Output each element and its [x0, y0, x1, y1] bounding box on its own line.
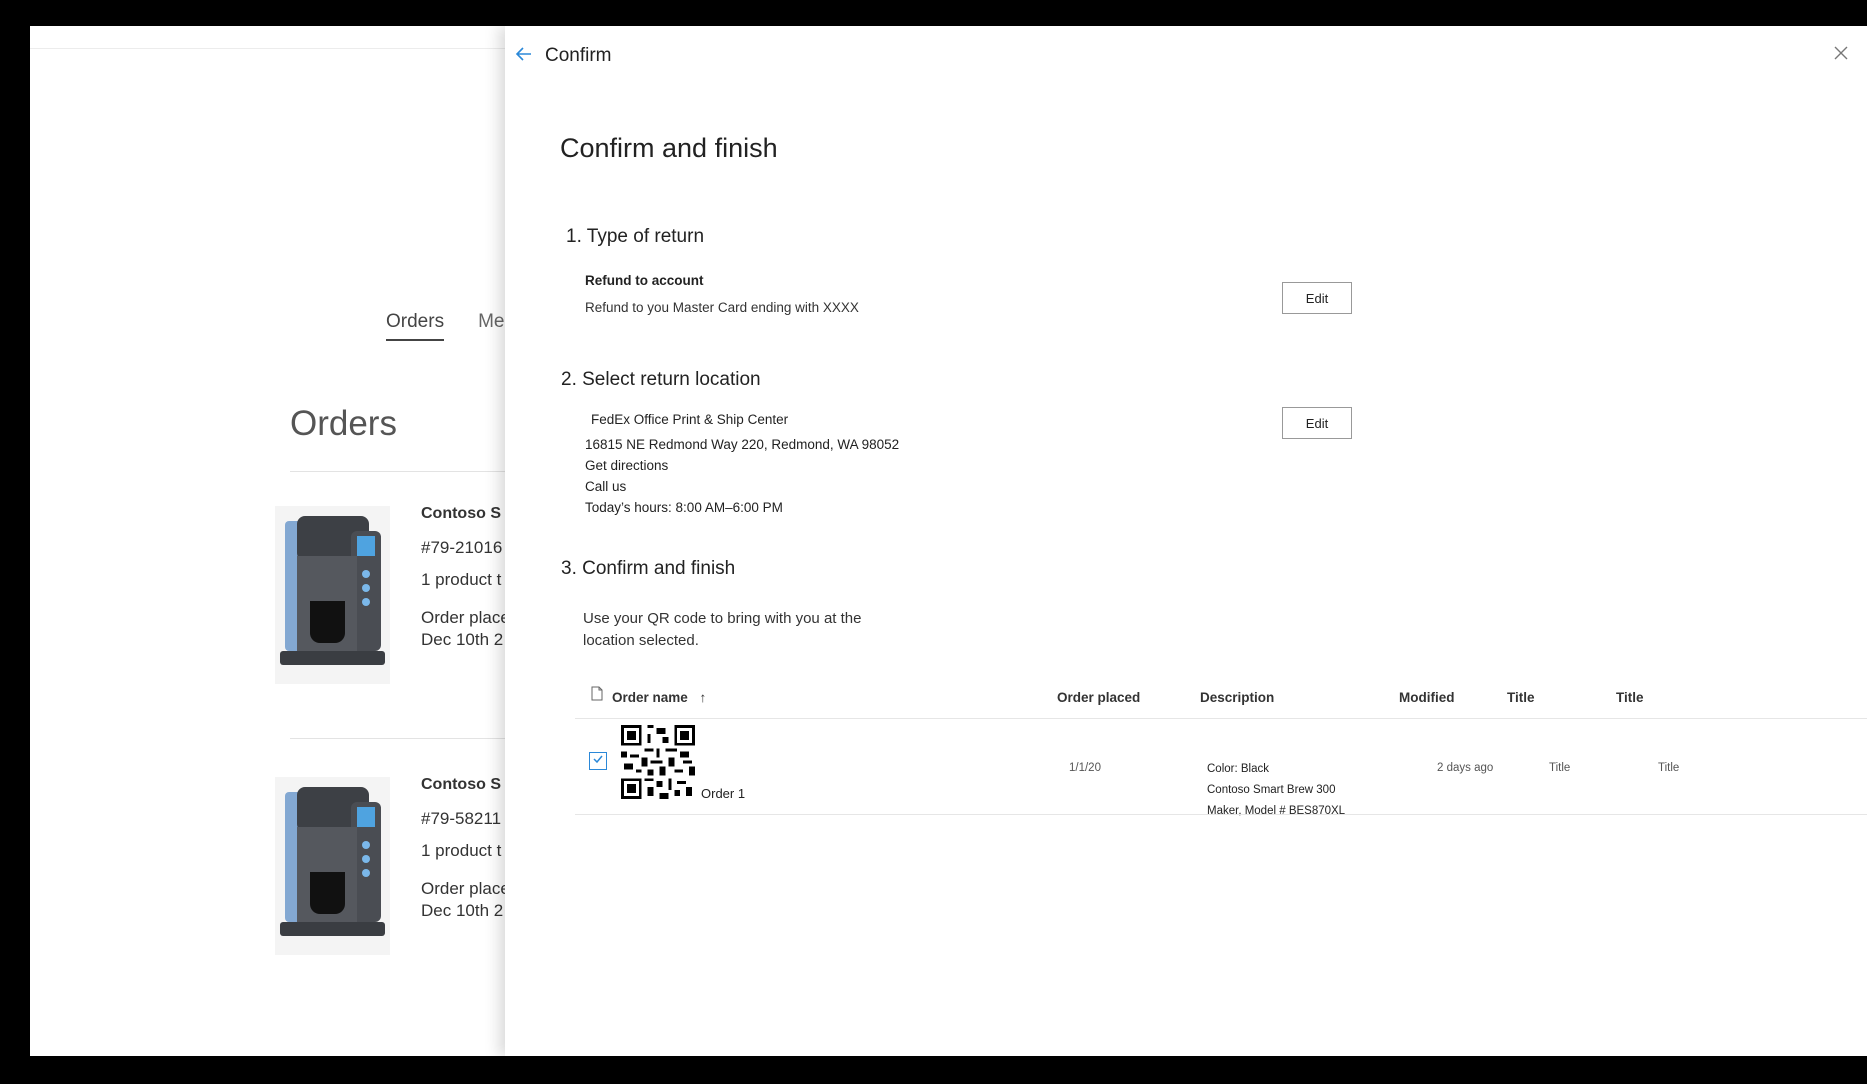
- table-row-divider: [575, 814, 1867, 815]
- section-return-location-title: 2. Select return location: [561, 369, 761, 390]
- arrow-left-icon[interactable]: [515, 45, 537, 67]
- column-header-title-2[interactable]: Title: [1616, 690, 1644, 705]
- coffee-maker-image: [275, 506, 390, 684]
- column-header-order-placed[interactable]: Order placed: [1057, 690, 1140, 705]
- panel-header-title: Confirm: [545, 45, 612, 66]
- order-number: #79-58211: [421, 809, 502, 828]
- section-type-of-return-title: 1. Type of return: [566, 226, 705, 247]
- row-order-name[interactable]: Order 1: [701, 786, 745, 801]
- order-placed-label: Order place: [421, 608, 510, 627]
- confirm-panel: Confirm Confirm and finish 1. Type of re…: [505, 26, 1867, 1056]
- order-placed-date: Dec 10th 2: [421, 630, 504, 649]
- tab-orders[interactable]: Orders: [386, 311, 445, 341]
- order-placed-label: Order place: [421, 879, 510, 898]
- orders-page-title: Orders: [290, 404, 397, 443]
- row-title-2: Title: [1658, 762, 1680, 774]
- order-number: #79-21016: [421, 538, 503, 557]
- column-header-title-1[interactable]: Title: [1507, 690, 1535, 705]
- section-confirm-title: 3. Confirm and finish: [561, 558, 736, 579]
- call-us-link[interactable]: Call us: [585, 479, 626, 494]
- location-address: 16815 NE Redmond Way 220, Redmond, WA 98…: [585, 437, 900, 452]
- refund-label: Refund to account: [585, 273, 704, 288]
- sort-ascending-icon: ↑: [699, 690, 707, 705]
- order-product-count: 1 product t: [421, 570, 502, 589]
- order-placed-date: Dec 10th 2: [421, 901, 504, 920]
- row-order-placed: 1/1/20: [1069, 762, 1101, 774]
- refund-detail: Refund to you Master Card ending with XX…: [585, 300, 859, 315]
- location-name: FedEx Office Print & Ship Center: [591, 412, 789, 427]
- tab-messages[interactable]: Me: [478, 311, 504, 341]
- row-title-1: Title: [1549, 762, 1571, 774]
- close-icon[interactable]: [1831, 44, 1851, 64]
- edit-return-type-button[interactable]: Edit: [1282, 282, 1352, 314]
- column-header-order-name[interactable]: Order name ↑: [612, 690, 706, 705]
- page-heading: Confirm and finish: [560, 133, 778, 163]
- edit-return-location-button[interactable]: Edit: [1282, 407, 1352, 439]
- row-description-model: Maker, Model # BES870XL: [1207, 805, 1346, 817]
- column-header-modified[interactable]: Modified: [1399, 690, 1455, 705]
- screen: Orders Me Orders Contoso S #79-21016 1 p…: [30, 26, 1867, 1056]
- coffee-maker-image: [275, 777, 390, 955]
- order-product-name: Contoso S: [421, 776, 501, 793]
- orders-tabs: Orders Me: [386, 311, 504, 341]
- location-hours: Today’s hours: 8:00 AM–6:00 PM: [585, 500, 783, 515]
- order-product-count: 1 product t: [421, 841, 502, 860]
- column-header-description[interactable]: Description: [1200, 690, 1274, 705]
- row-modified: 2 days ago: [1437, 762, 1494, 774]
- row-description-color: Color: Black: [1207, 763, 1269, 775]
- qr-instructions: Use your QR code to bring with you at th…: [583, 610, 862, 649]
- file-icon: [591, 686, 603, 701]
- row-description-product: Contoso Smart Brew 300: [1207, 784, 1336, 796]
- checkbox-checked-icon[interactable]: [589, 752, 607, 770]
- table-header-divider: [575, 718, 1867, 719]
- order-product-name: Contoso S: [421, 505, 501, 522]
- get-directions-link[interactable]: Get directions: [585, 458, 668, 473]
- top-divider: [30, 48, 510, 49]
- column-header-order-name-label: Order name: [612, 690, 688, 705]
- qr-code-icon: [621, 725, 695, 799]
